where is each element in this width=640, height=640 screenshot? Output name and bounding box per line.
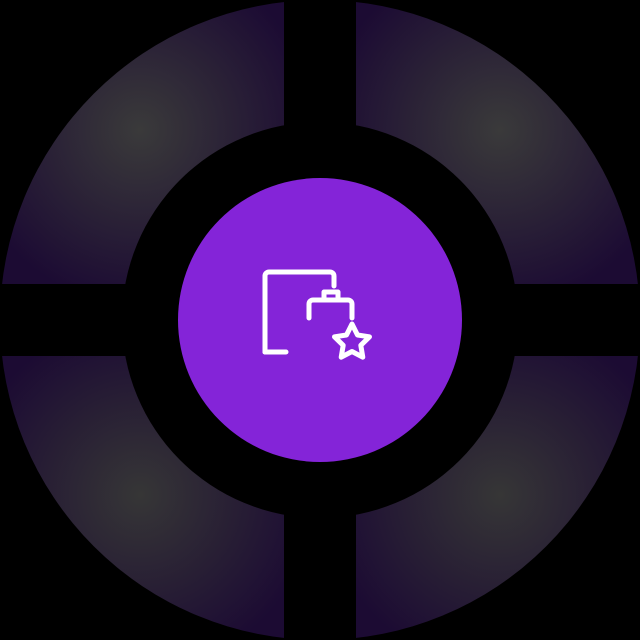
folder-star-icon xyxy=(262,269,372,360)
app-icon-canvas xyxy=(0,0,640,640)
icon-badge xyxy=(178,178,462,462)
